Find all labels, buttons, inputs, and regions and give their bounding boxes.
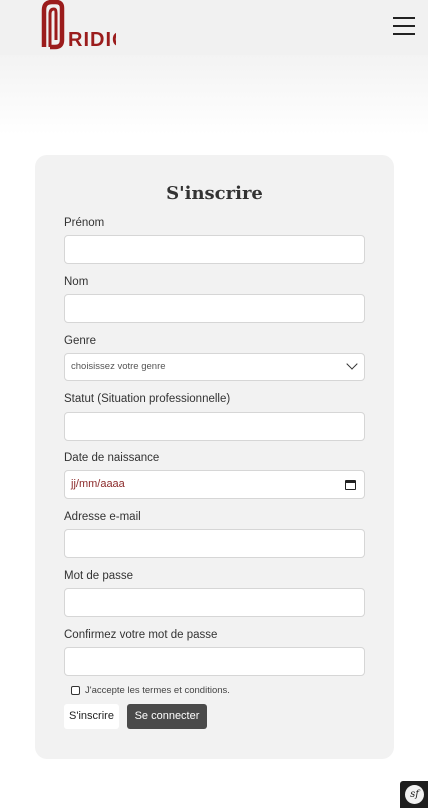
last-name-label: Nom	[64, 276, 89, 288]
calendar-icon[interactable]	[345, 480, 356, 490]
terms-checkbox[interactable]	[71, 686, 80, 695]
password-input[interactable]	[64, 588, 365, 617]
password-label: Mot de passe	[64, 570, 134, 582]
last-name-input[interactable]	[64, 294, 365, 323]
logo-text: RIDIQ	[68, 29, 116, 50]
gender-select-value: choisissez votre genre	[71, 361, 166, 372]
terms-label: J'accepte les termes et conditions.	[85, 685, 230, 696]
first-name-label: Prénom	[64, 217, 105, 229]
form-title: S'inscrire	[166, 183, 263, 204]
birth-date-input[interactable]: jj/mm/aaaa	[64, 470, 365, 499]
gender-select[interactable]: choisissez votre genre	[64, 353, 365, 381]
email-input[interactable]	[64, 529, 365, 558]
gender-label: Genre	[64, 335, 96, 347]
status-label: Statut (Situation professionnelle)	[64, 393, 231, 405]
login-button[interactable]: Se connecter	[127, 704, 207, 729]
status-input[interactable]	[64, 412, 365, 441]
first-name-input[interactable]	[64, 235, 365, 264]
signup-card: S'inscrire Prénom Nom Genre choisissez v…	[35, 155, 394, 759]
password-confirm-input[interactable]	[64, 647, 365, 676]
hamburger-menu-icon[interactable]	[393, 17, 415, 35]
birth-date-placeholder: jj/mm/aaaa	[71, 478, 125, 490]
password-confirm-label: Confirmez votre mot de passe	[64, 629, 218, 641]
header: RIDIQ	[0, 0, 428, 55]
ridiq-logo[interactable]: RIDIQ	[40, 0, 128, 51]
symfony-toolbar-toggle[interactable]: sf	[400, 781, 428, 808]
birth-date-label: Date de naissance	[64, 452, 160, 464]
email-label: Adresse e-mail	[64, 511, 141, 523]
chevron-down-icon	[346, 358, 358, 370]
header-fade	[0, 55, 428, 135]
symfony-icon: sf	[405, 785, 424, 804]
signup-button[interactable]: S'inscrire	[64, 704, 119, 729]
